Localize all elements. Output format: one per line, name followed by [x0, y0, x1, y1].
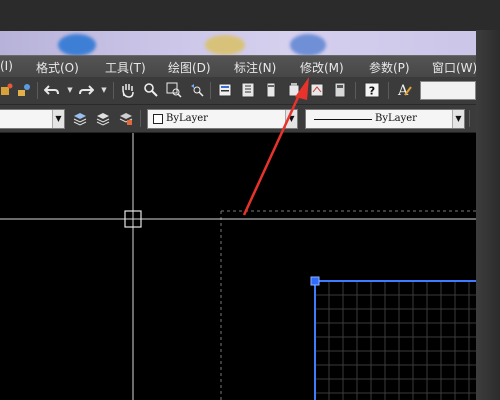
- properties-icon[interactable]: [215, 80, 235, 100]
- undo-icon[interactable]: [42, 80, 62, 100]
- sheet-set-icon[interactable]: [284, 80, 304, 100]
- drawing-canvas[interactable]: [0, 133, 476, 400]
- markup-icon[interactable]: [307, 80, 327, 100]
- desktop-background-strip: [0, 31, 476, 55]
- properties-toolbar: ▼ ByLayer ▼ ByLayer ▼: [0, 105, 476, 133]
- blurred-desktop-icon: [58, 34, 96, 55]
- crosshair-cursor: [0, 133, 476, 400]
- linetype-preview: [314, 119, 372, 120]
- text-style-combo[interactable]: [420, 81, 476, 100]
- layer-previous-icon[interactable]: [93, 108, 113, 128]
- color-swatch: [153, 114, 163, 124]
- match-properties-icon[interactable]: [14, 80, 34, 100]
- menu-item-tools[interactable]: 工具(T): [105, 59, 146, 76]
- linetype-value: ByLayer: [375, 113, 417, 124]
- menu-item-dimension[interactable]: 标注(N): [234, 59, 276, 76]
- tool-palette-icon[interactable]: [261, 80, 281, 100]
- chevron-down-icon[interactable]: ▼: [52, 110, 64, 128]
- svg-text:?: ?: [369, 85, 375, 98]
- toolbar-separator: [140, 110, 141, 127]
- toolbar-separator: [113, 82, 114, 99]
- zoom-realtime-icon[interactable]: [141, 80, 161, 100]
- window-top-edge: [0, 0, 500, 32]
- grip-handle[interactable]: [310, 276, 320, 286]
- standard-toolbar: ▼ ▼ ? A: [0, 77, 476, 105]
- linetype-combo[interactable]: ByLayer ▼: [305, 109, 465, 129]
- selected-rectangle[interactable]: [314, 280, 476, 400]
- blurred-desktop-icon: [205, 35, 245, 55]
- color-combo[interactable]: ByLayer ▼: [147, 109, 298, 129]
- drawing-grid: [315, 281, 476, 400]
- menu-item-window[interactable]: 窗口(W): [432, 59, 477, 76]
- calculator-icon[interactable]: [330, 80, 350, 100]
- viewport-boundary: [220, 210, 476, 400]
- zoom-window-icon[interactable]: [164, 80, 184, 100]
- menu-bar: (I) 格式(O) 工具(T) 绘图(D) 标注(N) 修改(M) 参数(P) …: [0, 55, 477, 77]
- toolbar-separator: [37, 82, 38, 99]
- toolbar-separator: [355, 82, 356, 99]
- blurred-desktop-icon: [290, 34, 326, 55]
- menu-item-insert[interactable]: (I): [0, 59, 13, 73]
- drawing-canvas-content: [0, 133, 476, 400]
- zoom-previous-icon[interactable]: [187, 80, 207, 100]
- window-right-edge: [476, 30, 500, 400]
- menu-item-draw[interactable]: 绘图(D): [168, 59, 211, 76]
- layer-state-icon[interactable]: [116, 108, 136, 128]
- design-center-icon[interactable]: [238, 80, 258, 100]
- layer-make-current-icon[interactable]: [70, 108, 90, 128]
- layer-combo[interactable]: ▼: [0, 109, 65, 129]
- toolbar-separator: [388, 82, 389, 99]
- text-style-icon[interactable]: A: [394, 80, 414, 100]
- menu-item-modify[interactable]: 修改(M): [300, 59, 344, 76]
- redo-icon[interactable]: [76, 80, 96, 100]
- pan-hand-icon[interactable]: [118, 80, 138, 100]
- toolbar-separator: [210, 82, 211, 99]
- menu-item-format[interactable]: 格式(O): [36, 59, 79, 76]
- help-icon[interactable]: ?: [362, 80, 382, 100]
- toolbar-separator: [469, 110, 470, 127]
- chevron-down-icon[interactable]: ▼: [285, 110, 297, 128]
- color-value: ByLayer: [166, 113, 208, 124]
- redo-dropdown-icon[interactable]: ▼: [94, 80, 114, 100]
- menu-item-parametric[interactable]: 参数(P): [369, 59, 410, 76]
- chevron-down-icon[interactable]: ▼: [452, 110, 464, 128]
